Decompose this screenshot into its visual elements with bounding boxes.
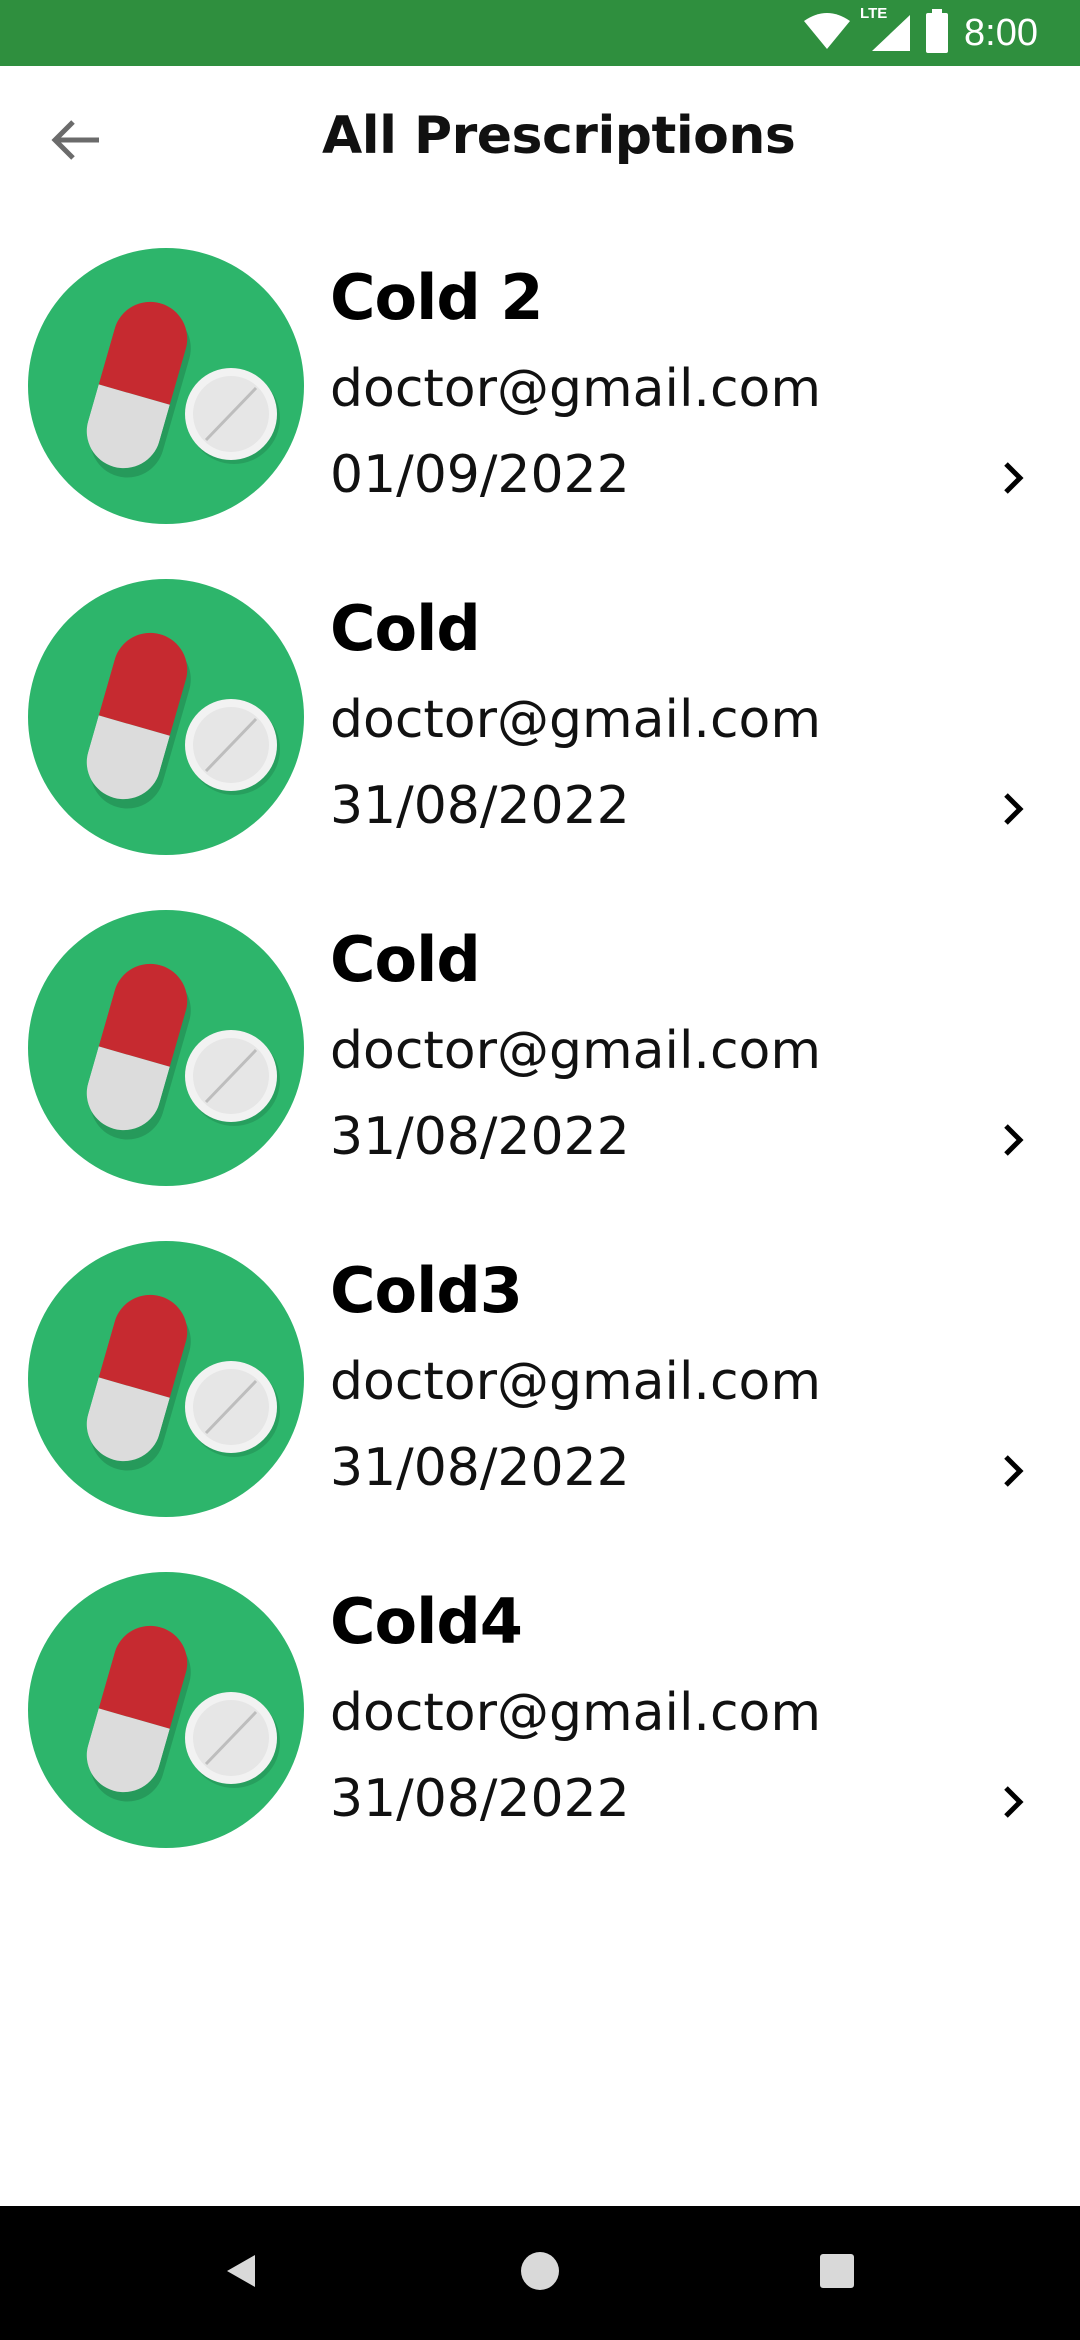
prescription-name: Cold3 [330,1254,523,1327]
prescription-date: 31/08/2022 [330,1107,630,1167]
screen: LTE 8:00 All Prescriptions Cold 2 doctor… [0,0,1080,2340]
prescription-item[interactable]: Cold doctor@gmail.com 31/08/2022 [0,563,1080,894]
chevron-right-icon [994,1120,1034,1160]
prescription-name: Cold [330,923,481,996]
prescription-item[interactable]: Cold4 doctor@gmail.com 31/08/2022 [0,1556,1080,1887]
app-bar: All Prescriptions [0,66,1080,222]
prescription-details: Cold doctor@gmail.com 31/08/2022 [330,912,821,1180]
doctor-email: doctor@gmail.com [330,1352,822,1412]
nav-back-button[interactable] [210,2242,272,2304]
prescription-name: Cold4 [330,1585,523,1658]
nav-home-button[interactable] [509,2242,571,2304]
status-bar: LTE 8:00 [0,0,1080,66]
arrow-left-icon [51,119,101,166]
pills-icon [28,1572,304,1848]
network-type-label: LTE [860,5,888,22]
status-icons: LTE 8:00 [802,0,1038,66]
prescription-date: 31/08/2022 [330,776,630,836]
prescription-item[interactable]: Cold3 doctor@gmail.com 31/08/2022 [0,1225,1080,1556]
chevron-right-icon [994,1451,1034,1491]
prescription-item[interactable]: Cold 2 doctor@gmail.com 01/09/2022 [0,232,1080,563]
cellular-signal-icon: LTE [860,5,911,55]
back-triangle-icon [221,2251,261,2296]
doctor-email: doctor@gmail.com [330,690,822,750]
system-nav-bar [0,2206,1080,2340]
prescription-details: Cold 2 doctor@gmail.com 01/09/2022 [330,250,821,518]
prescription-name: Cold [330,592,481,665]
prescription-item[interactable]: Cold doctor@gmail.com 31/08/2022 [0,894,1080,1225]
chevron-right-icon [994,1782,1034,1822]
prescription-date: 31/08/2022 [330,1769,630,1829]
wifi-icon [802,11,852,56]
prescription-details: Cold4 doctor@gmail.com 31/08/2022 [330,1574,821,1842]
chevron-right-icon [994,789,1034,829]
battery-icon [924,8,950,58]
nav-recents-button[interactable] [806,2242,868,2304]
home-circle-icon [520,2251,560,2296]
back-button[interactable] [40,110,112,174]
prescription-details: Cold3 doctor@gmail.com 31/08/2022 [330,1243,821,1511]
chevron-right-icon [994,458,1034,498]
prescription-date: 31/08/2022 [330,1438,630,1498]
prescription-list: Cold 2 doctor@gmail.com 01/09/2022 Cold … [0,232,1080,1887]
prescription-name: Cold 2 [330,261,543,334]
pills-icon [28,910,304,1186]
prescription-date: 01/09/2022 [330,445,630,505]
recents-square-icon [817,2251,857,2296]
doctor-email: doctor@gmail.com [330,1021,822,1081]
doctor-email: doctor@gmail.com [330,359,822,419]
pills-icon [28,579,304,855]
status-time: 8:00 [964,11,1038,54]
pills-icon [28,1241,304,1517]
doctor-email: doctor@gmail.com [330,1683,822,1743]
page-title: All Prescriptions [322,106,796,166]
pills-icon [28,248,304,524]
prescription-details: Cold doctor@gmail.com 31/08/2022 [330,581,821,849]
